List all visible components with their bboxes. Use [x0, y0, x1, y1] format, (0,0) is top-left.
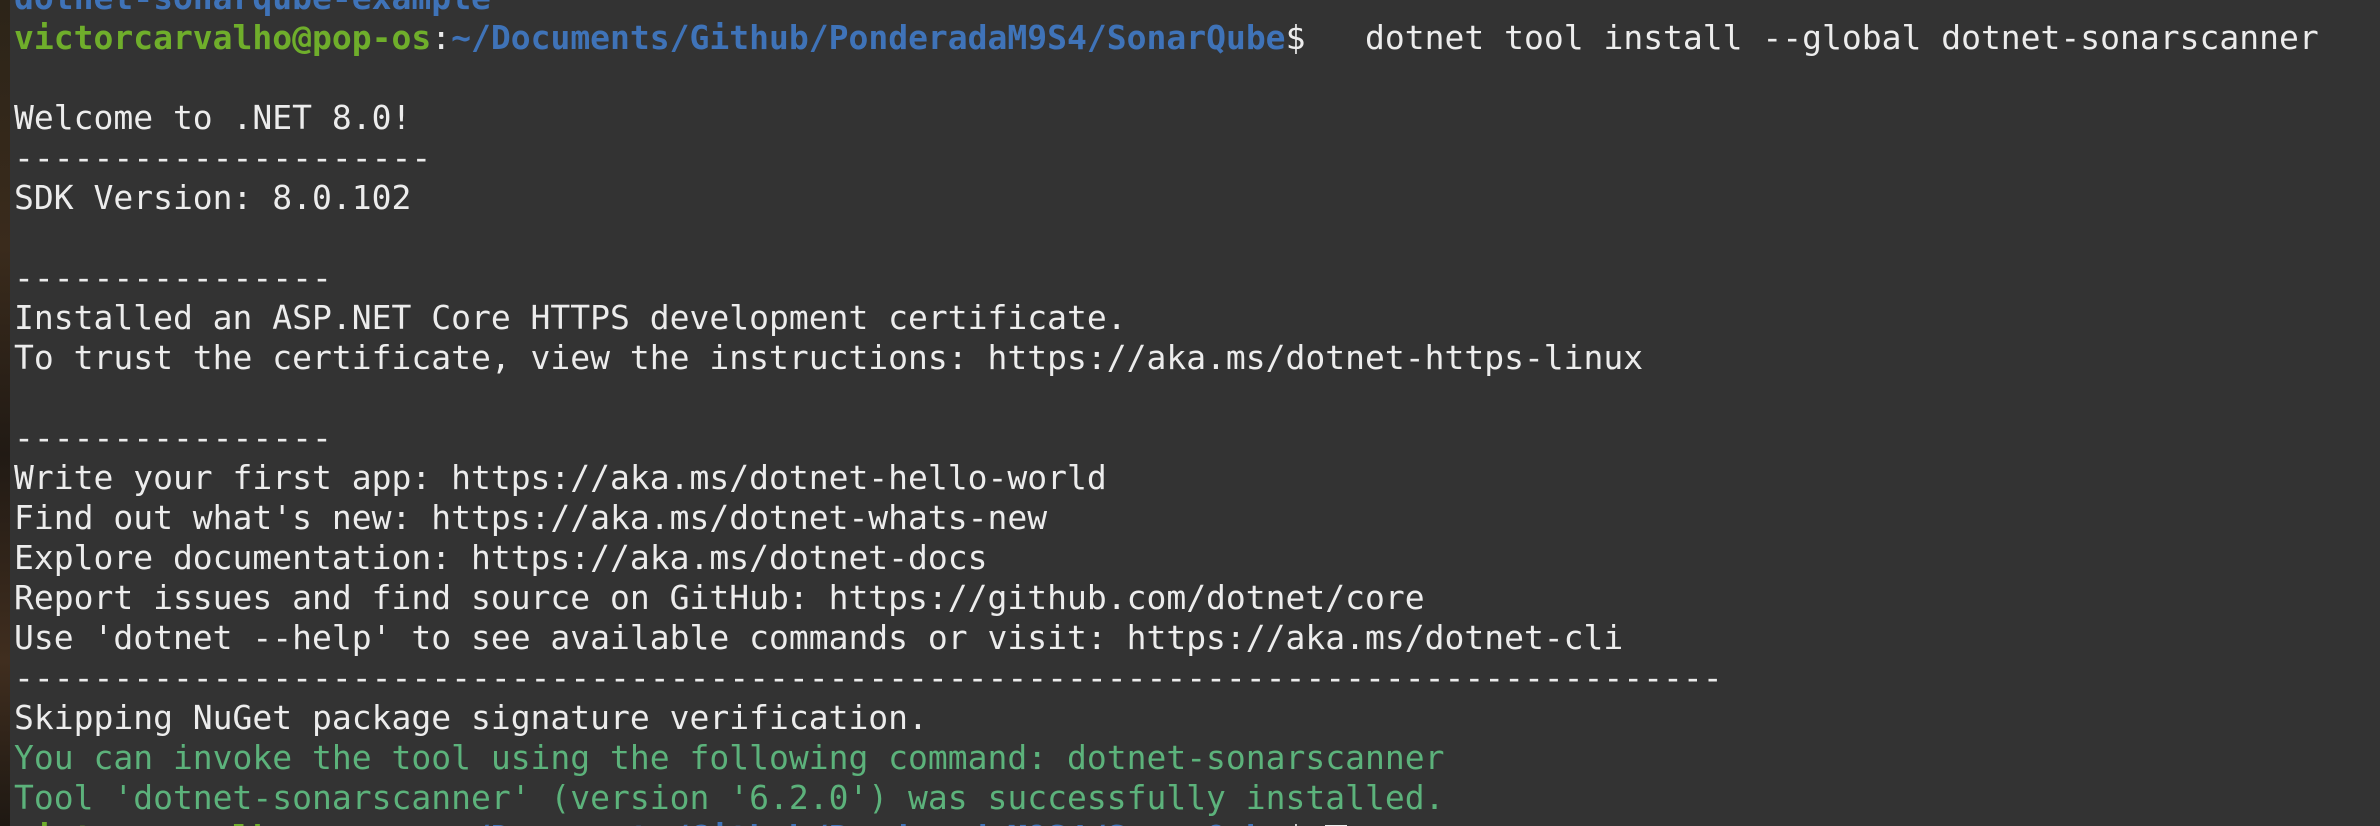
- output-line: Installed an ASP.NET Core HTTPS developm…: [14, 298, 1127, 337]
- success-line: You can invoke the tool using the follow…: [14, 738, 1445, 777]
- prompt-dollar: $: [1285, 18, 1306, 57]
- prompt-path: ~/Documents/Github/PonderadaM9S4/SonarQu…: [451, 818, 1285, 826]
- output-line: Find out what's new: https://aka.ms/dotn…: [14, 498, 1048, 537]
- output-line: Skipping NuGet package signature verific…: [14, 698, 928, 737]
- output-line: ----------------: [14, 258, 332, 297]
- output-line: To trust the certificate, view the instr…: [14, 338, 1644, 377]
- output-line: Welcome to .NET 8.0!: [14, 98, 412, 137]
- prompt-separator: :: [431, 818, 451, 826]
- command-text: dotnet tool install --global dotnet-sona…: [1305, 18, 2319, 57]
- prompt-path: ~/Documents/Github/PonderadaM9S4/SonarQu…: [451, 18, 1286, 57]
- prompt-dollar: $: [1286, 818, 1326, 826]
- output-line: Report issues and find source on GitHub:…: [14, 578, 1425, 617]
- current-prompt-line[interactable]: victorcarvalho@pop-os:~/Documents/Github…: [14, 818, 2380, 826]
- output-line: ----------------: [14, 418, 332, 457]
- prompt-separator: :: [431, 18, 452, 57]
- prompt-user-host: victorcarvalho@pop-os: [14, 18, 432, 57]
- output-line: ---------------------: [14, 138, 432, 177]
- success-line: Tool 'dotnet-sonarscanner' (version '6.2…: [14, 778, 1445, 817]
- prompt-user-host: victorcarvalho@pop-os: [14, 818, 431, 826]
- terminal-output: dotnet-sonarqube-example victorcarvalho@…: [14, 0, 2380, 826]
- command-prompt-line: victorcarvalho@pop-os:~/Documents/Github…: [14, 18, 2380, 58]
- output-line: ----------------------------------------…: [14, 658, 1723, 697]
- output-line: Use 'dotnet --help' to see available com…: [14, 618, 1624, 657]
- desktop-wallpaper-edge: [0, 0, 10, 826]
- terminal-window[interactable]: dotnet-sonarqube-example victorcarvalho@…: [0, 0, 2380, 826]
- output-line: Explore documentation: https://aka.ms/do…: [14, 538, 988, 577]
- output-line: SDK Version: 8.0.102: [14, 178, 412, 217]
- previous-output-line: dotnet-sonarqube-example: [14, 0, 2380, 18]
- output-line: Write your first app: https://aka.ms/dot…: [14, 458, 1107, 497]
